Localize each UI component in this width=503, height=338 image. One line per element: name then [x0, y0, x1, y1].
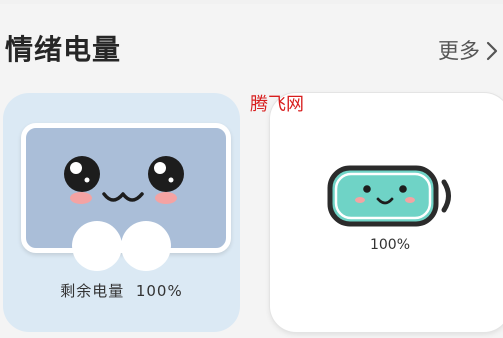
- battery-face-icon: [327, 165, 451, 227]
- remaining-percent: 100%: [135, 282, 183, 300]
- more-label: 更多: [438, 39, 480, 63]
- mood-card-current[interactable]: 剩余电量 100%: [3, 93, 240, 332]
- battery-percent: 100%: [369, 237, 411, 253]
- top-divider: [0, 0, 503, 4]
- remaining-label: 剩余电量: [60, 282, 125, 300]
- chevron-right-icon: [486, 41, 498, 61]
- more-link[interactable]: 更多: [438, 37, 499, 65]
- remaining-battery-status: 剩余电量 100%: [3, 280, 240, 302]
- tv-wheel-right: [121, 221, 171, 271]
- watermark-text: 腾飞网: [250, 94, 304, 115]
- tv-wheel-left: [72, 221, 122, 271]
- mood-card-battery[interactable]: 100%: [270, 93, 503, 332]
- section-title: 情绪电量: [5, 33, 122, 66]
